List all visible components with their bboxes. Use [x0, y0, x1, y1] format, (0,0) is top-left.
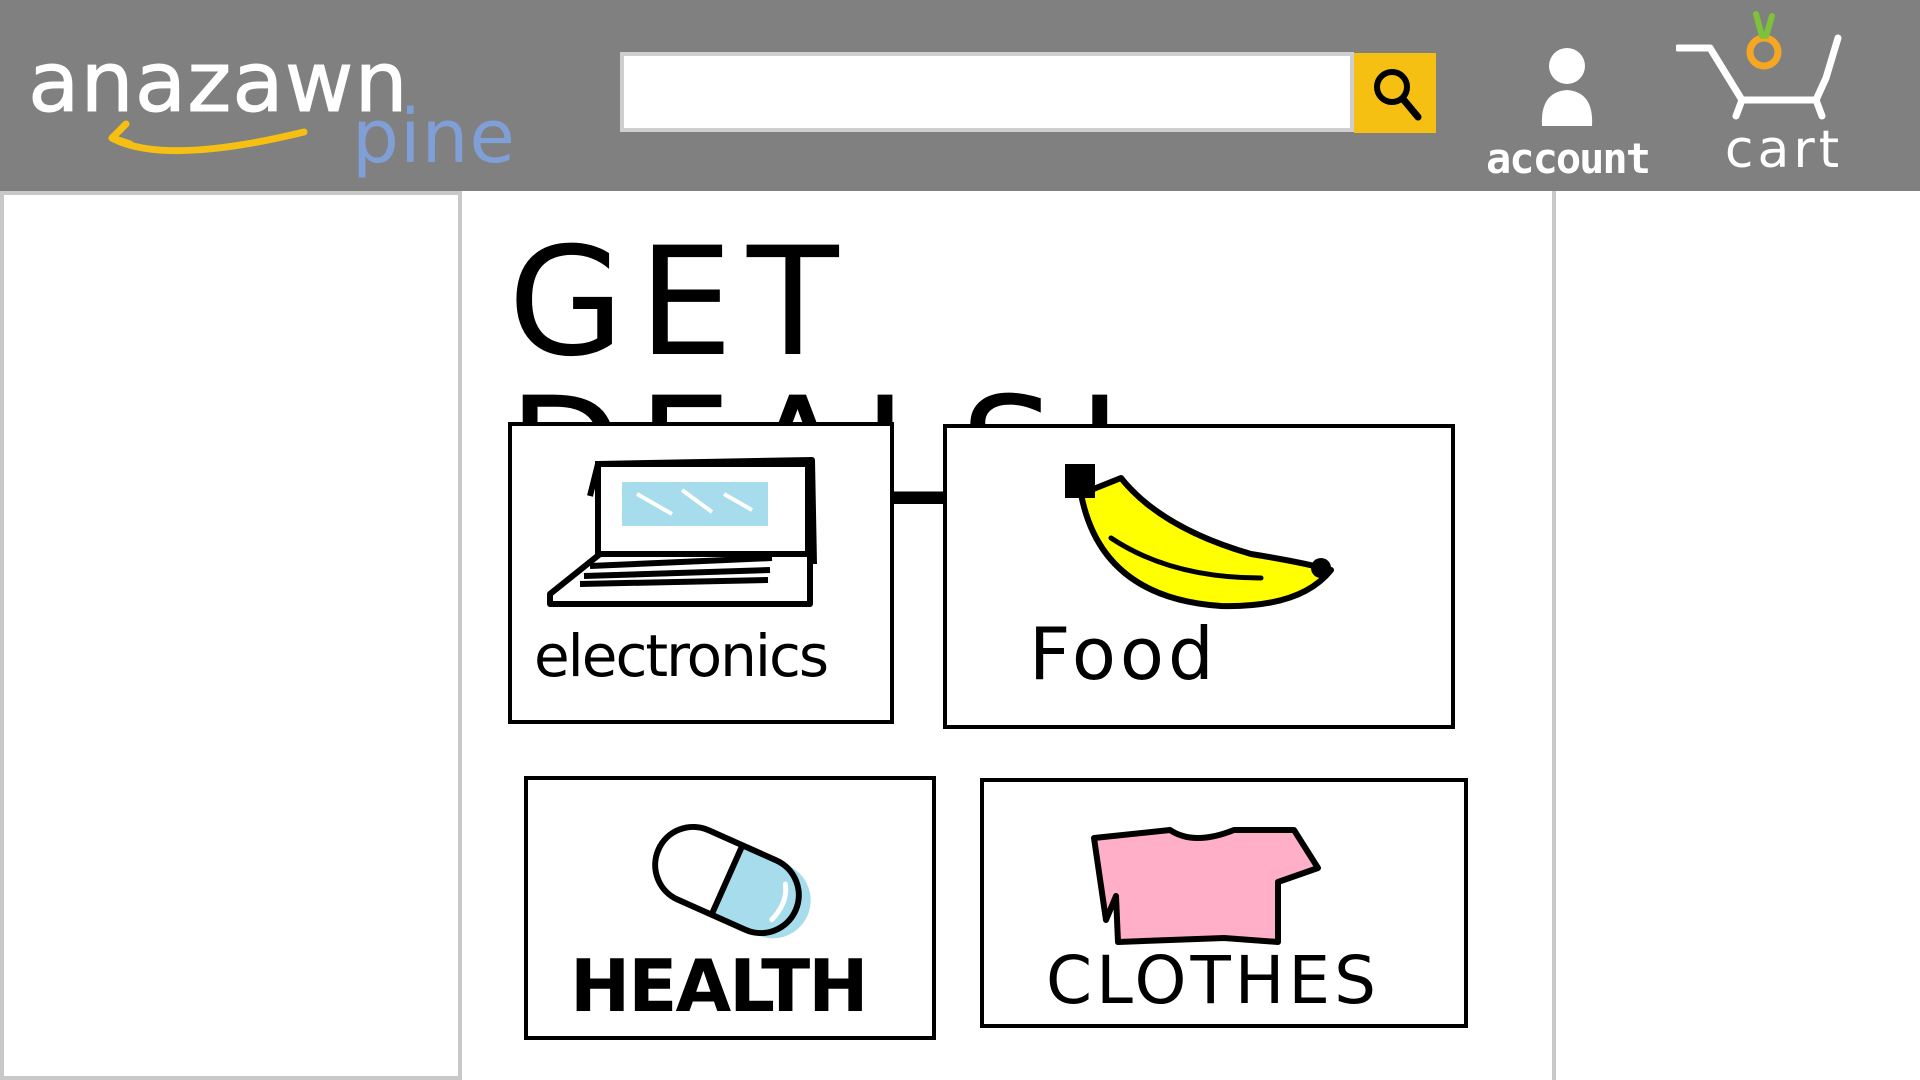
category-card-clothes[interactable]: CLOTHES [980, 778, 1468, 1028]
account-button[interactable]: account [1486, 46, 1651, 186]
cart-fruit-icon [1746, 34, 1782, 70]
cart-button[interactable]: cart [1676, 8, 1876, 188]
category-label: HEALTH [570, 944, 868, 1028]
category-label: CLOTHES [1046, 942, 1380, 1019]
search-input[interactable] [624, 56, 1350, 128]
category-card-food[interactable]: Food [943, 424, 1455, 729]
category-label: electronics [534, 622, 829, 690]
search-icon [1374, 69, 1422, 121]
pill-icon [652, 823, 811, 939]
shirt-icon [1091, 827, 1321, 945]
category-label: Food [1029, 612, 1218, 696]
account-icon [1541, 48, 1593, 126]
laptop-icon [547, 457, 817, 607]
category-card-health[interactable]: HEALTH [524, 776, 936, 1040]
category-card-electronics[interactable]: electronics [508, 422, 894, 724]
account-label: account [1486, 134, 1651, 183]
logo-sub-text: pine [352, 94, 516, 180]
logo-smile-arrow-icon [108, 120, 308, 155]
cart-icon [1676, 11, 1842, 120]
site-logo[interactable]: anazawn pine [24, 40, 515, 180]
right-sidebar [1552, 191, 1920, 1080]
search-bar [620, 52, 1354, 132]
search-button[interactable] [1354, 53, 1436, 133]
cart-label: cart [1724, 120, 1844, 180]
left-sidebar [0, 191, 462, 1080]
banana-icon [1065, 464, 1334, 610]
header-bar: anazawn pine account cart [0, 0, 1920, 191]
